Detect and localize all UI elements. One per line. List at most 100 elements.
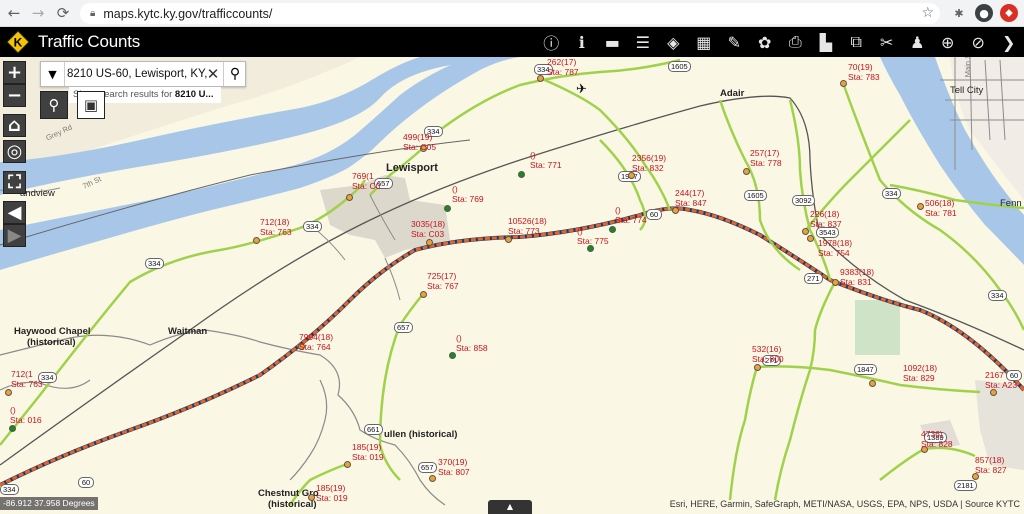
collapse-panel-button[interactable]: ▲ (488, 500, 532, 514)
zoom-to-search-icon[interactable]: ⚲ (40, 91, 68, 119)
reload-icon[interactable]: ⟳ (51, 1, 75, 25)
station-label-c_774[interactable]: Sta: 774 (615, 216, 647, 225)
count-label-c3035[interactable]: 3035(18) (411, 220, 445, 229)
zoom-out-button[interactable]: − (3, 84, 26, 107)
home-button[interactable]: ⌂ (3, 114, 26, 137)
locate-person-icon[interactable]: ♟ (902, 27, 933, 57)
station-marker[interactable] (4, 388, 12, 396)
count-label-c_775[interactable]: () (577, 227, 583, 236)
station-label-c2356[interactable]: Sta: 832 (632, 164, 664, 173)
station-marker[interactable] (839, 79, 847, 87)
station-label-c185b[interactable]: Sta: 019 (316, 494, 348, 503)
station-label-c857[interactable]: Sta: 827 (975, 466, 1007, 475)
station-label-c185a[interactable]: Sta: 019 (352, 453, 384, 462)
search-source-dropdown[interactable]: ▼ (41, 62, 65, 86)
station-marker-uncounted[interactable] (448, 351, 456, 359)
forward-arrow-icon[interactable]: → (26, 1, 50, 25)
count-label-c532[interactable]: 532(16) (752, 345, 781, 354)
station-label-c9383[interactable]: Sta: 831 (840, 278, 872, 287)
count-label-c244[interactable]: 244(17) (675, 189, 704, 198)
station-marker[interactable] (428, 474, 436, 482)
info-circle-icon[interactable]: ⓘ (536, 27, 567, 57)
station-label-c262[interactable]: Sta: 787 (547, 68, 579, 77)
count-label-c712b[interactable]: 712(1 (11, 370, 33, 379)
print-icon[interactable]: ⎙ (780, 27, 811, 57)
station-marker[interactable] (536, 74, 544, 82)
station-marker[interactable] (343, 460, 351, 468)
station-marker[interactable] (742, 167, 750, 175)
station-label-c3035[interactable]: Sta: C03 (411, 230, 444, 239)
list-icon[interactable]: ☰ (628, 27, 659, 57)
count-label-c7994[interactable]: 7994(18) (299, 333, 333, 342)
count-label-c370[interactable]: 370(19) (438, 458, 467, 467)
count-label-c2356[interactable]: 2356(19) (632, 154, 666, 163)
count-label-c857[interactable]: 857(18) (975, 456, 1004, 465)
count-label-c185b[interactable]: 185(19) (316, 484, 345, 493)
extension-red-icon[interactable]: ⬥ (1000, 4, 1018, 22)
station-marker[interactable] (252, 236, 260, 244)
station-label-c506[interactable]: Sta: 781 (925, 209, 957, 218)
search-icon[interactable]: ⚲ (223, 62, 246, 86)
station-label-c712b[interactable]: Sta: 763 (11, 380, 43, 389)
station-label-c10526[interactable]: Sta: 773 (508, 227, 540, 236)
next-extent-button[interactable]: ▶ (3, 224, 26, 247)
station-marker[interactable] (916, 202, 924, 210)
bookmark-star-icon[interactable]: ☆ (921, 5, 934, 21)
station-label-c_769[interactable]: Sta: 769 (452, 195, 484, 204)
count-label-c_771[interactable]: () (530, 151, 536, 160)
draw-icon[interactable]: ✂ (872, 27, 903, 57)
count-label-c257[interactable]: 257(17) (750, 149, 779, 158)
back-arrow-icon[interactable]: ← (2, 1, 26, 25)
count-label-c769a[interactable]: 769(1 (352, 172, 374, 181)
station-label-c2167[interactable]: Sta: A23 (985, 381, 1017, 390)
station-label-c7994[interactable]: Sta: 764 (299, 343, 331, 352)
station-label-c_775[interactable]: Sta: 775 (577, 237, 609, 246)
count-label-c506[interactable]: 506(18) (925, 199, 954, 208)
target-icon[interactable]: ⊕ (933, 27, 964, 57)
image-icon[interactable]: ▣ (77, 91, 105, 119)
chat-icon[interactable]: ▬ (597, 27, 628, 57)
station-label-c499[interactable]: Sta: C05 (403, 143, 436, 152)
station-label-c4736[interactable]: Sta: 828 (921, 440, 953, 449)
station-label-c712[interactable]: Sta: 763 (260, 228, 292, 237)
count-label-c70[interactable]: 70(19) (848, 63, 873, 72)
count-label-c_858[interactable]: () (456, 334, 462, 343)
station-label-c226[interactable]: Sta: 837 (810, 220, 842, 229)
count-label-c1092[interactable]: 1092(18) (903, 364, 937, 373)
station-label-c1092[interactable]: Sta: 829 (903, 374, 935, 383)
reel-icon[interactable]: ✿ (750, 27, 781, 57)
station-marker-uncounted[interactable] (608, 225, 616, 233)
station-marker[interactable] (419, 290, 427, 298)
previous-extent-button[interactable]: ◀ (3, 201, 26, 224)
station-label-c532[interactable]: Sta: 800 (752, 355, 784, 364)
station-label-c244[interactable]: Sta: 847 (675, 199, 707, 208)
count-label-c226[interactable]: 226(18) (810, 210, 839, 219)
station-marker[interactable] (868, 379, 876, 387)
station-marker[interactable] (504, 235, 512, 243)
measure-icon[interactable]: ✎ (719, 27, 750, 57)
chevron-icon[interactable]: ❯ (994, 27, 1024, 57)
search-input[interactable] (67, 65, 207, 83)
count-label-c499[interactable]: 499(19) (403, 133, 432, 142)
station-marker[interactable] (425, 238, 433, 246)
count-label-c10526[interactable]: 10526(18) (508, 217, 547, 226)
station-marker[interactable] (831, 278, 839, 286)
station-label-c257[interactable]: Sta: 778 (750, 159, 782, 168)
count-label-c_016[interactable]: () (10, 406, 16, 415)
count-label-c262[interactable]: 262(17) (547, 58, 576, 67)
address-bar[interactable]: 🔒︎ maps.kytc.ky.gov/trafficcounts/ ☆ (80, 3, 940, 24)
clear-search-icon[interactable]: ✕ (205, 65, 221, 83)
count-label-c_774[interactable]: () (615, 206, 621, 215)
layers-icon[interactable]: ◈ (658, 27, 689, 57)
station-marker-uncounted[interactable] (443, 204, 451, 212)
extensions-puzzle-icon[interactable]: ✱ (950, 4, 968, 22)
zoom-in-button[interactable]: + (3, 61, 26, 84)
station-marker[interactable] (806, 234, 814, 242)
count-label-c1978[interactable]: 1978(18) (818, 239, 852, 248)
station-label-c370[interactable]: Sta: 807 (438, 468, 470, 477)
compass-icon[interactable]: ⊘ (963, 27, 994, 57)
station-marker-uncounted[interactable] (517, 170, 525, 178)
profile-avatar-icon[interactable]: ● (975, 4, 993, 22)
count-label-c_769[interactable]: () (452, 185, 458, 194)
select-icon[interactable]: ⧉ (841, 27, 872, 57)
